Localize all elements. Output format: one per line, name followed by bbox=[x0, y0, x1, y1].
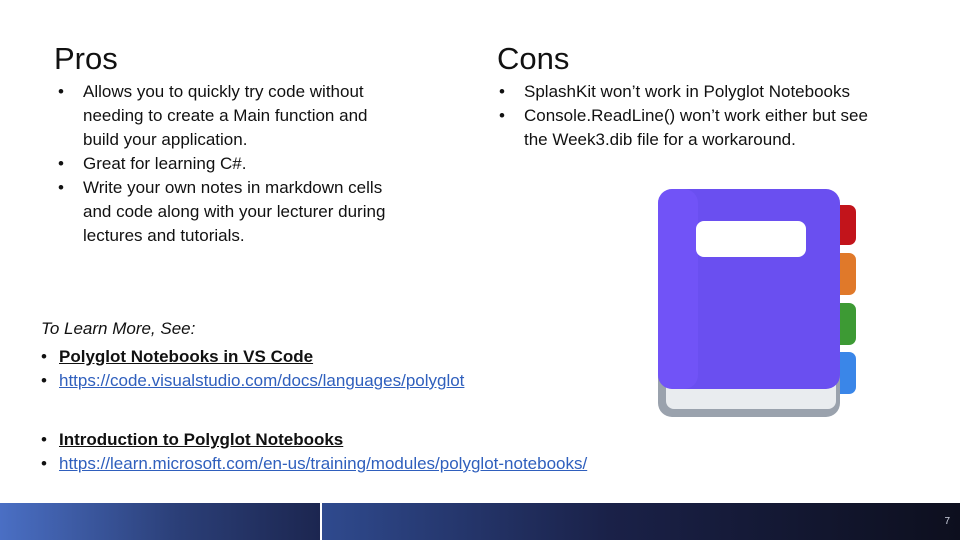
footer-accent-right: 7 bbox=[322, 503, 960, 540]
link-item: https://learn.microsoft.com/en-us/traini… bbox=[41, 452, 587, 476]
links-group-intro: Introduction to Polyglot Notebooks https… bbox=[41, 428, 587, 476]
vscode-link-title[interactable]: Polyglot Notebooks in VS Code bbox=[59, 347, 313, 366]
pros-list: Allows you to quickly try code without n… bbox=[55, 80, 405, 248]
notebook-spine bbox=[658, 189, 698, 389]
footer-accent-left bbox=[0, 503, 320, 540]
link-item: https://code.visualstudio.com/docs/langu… bbox=[41, 369, 464, 393]
pros-item: Allows you to quickly try code without n… bbox=[55, 80, 405, 152]
link-item: Polyglot Notebooks in VS Code bbox=[41, 345, 464, 369]
cons-item: SplashKit won’t work in Polyglot Noteboo… bbox=[496, 80, 896, 104]
intro-link-title[interactable]: Introduction to Polyglot Notebooks bbox=[59, 430, 343, 449]
notebook-icon bbox=[658, 189, 856, 417]
cons-heading: Cons bbox=[497, 41, 570, 76]
links-group-vscode: Polyglot Notebooks in VS Code https://co… bbox=[41, 345, 464, 393]
link-item: Introduction to Polyglot Notebooks bbox=[41, 428, 587, 452]
pros-item: Write your own notes in markdown cells a… bbox=[55, 176, 405, 248]
footer-bar: 7 bbox=[0, 503, 960, 540]
learn-module-link[interactable]: https://learn.microsoft.com/en-us/traini… bbox=[59, 454, 587, 473]
pros-heading: Pros bbox=[54, 41, 118, 76]
notebook-label bbox=[696, 221, 806, 257]
vscode-docs-link[interactable]: https://code.visualstudio.com/docs/langu… bbox=[59, 371, 464, 390]
learn-more-label: To Learn More, See: bbox=[41, 319, 196, 338]
pros-item: Great for learning C#. bbox=[55, 152, 405, 176]
page-number: 7 bbox=[944, 516, 950, 527]
cons-item: Console.ReadLine() won’t work either but… bbox=[496, 104, 896, 152]
cons-list: SplashKit won’t work in Polyglot Noteboo… bbox=[496, 80, 896, 152]
